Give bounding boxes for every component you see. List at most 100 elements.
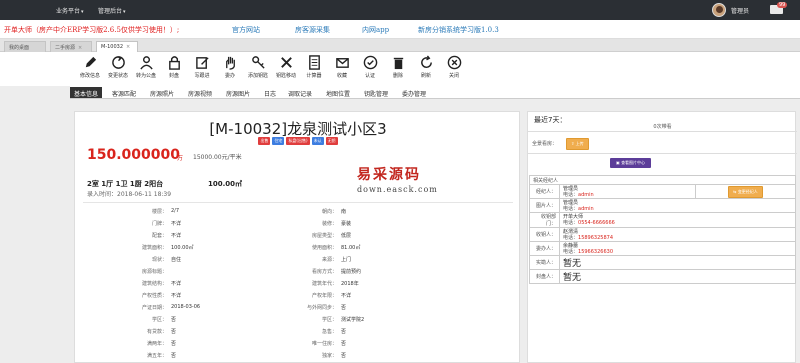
table-row: 图片人： 管理员 电话：admin xyxy=(529,198,796,213)
entry-time: 录入时间：2018-06-11 18:39 xyxy=(87,191,172,198)
tab-log[interactable]: 日志 xyxy=(260,87,280,98)
avatar[interactable] xyxy=(712,3,726,17)
detail-row: 房屋类型： 低层 xyxy=(311,233,352,239)
add-key-button[interactable]: 添加钥匙 xyxy=(246,55,270,79)
table-row: 收钥人： 赵渭清 电话：15896325874 xyxy=(529,227,796,242)
make-public-button[interactable]: 转为公盘 xyxy=(134,55,158,79)
tab-client-match[interactable]: 客源匹配 xyxy=(108,87,140,98)
panorama-label: 全景看房： xyxy=(532,141,558,147)
close-button[interactable]: 关闭 xyxy=(442,55,466,79)
image-icon: ▣ xyxy=(616,160,620,165)
upload-icon: ⇪ xyxy=(571,141,575,146)
notice-bar: 开单大师（房产中介ERP学习版2.6.5仅供学习使用！）; 官方网站 房客源采集… xyxy=(0,20,800,39)
watermark-logo: 易采源码 xyxy=(357,167,421,183)
agent-side-panel: 最近7天： 0次带看 全景看房： ⇪ 上传 ▣ 查看图片中心 相关经纪人 经纪人… xyxy=(527,111,797,363)
tab-map-location[interactable]: 地图位置 xyxy=(322,87,354,98)
key-icon xyxy=(251,56,265,69)
price-unit: 万 xyxy=(177,155,184,162)
tab-my-desktop[interactable]: 我的桌面 xyxy=(4,41,46,52)
link-listing-collection[interactable]: 房客源采集 xyxy=(295,25,330,35)
detail-row: 学区： 测试学院2 xyxy=(321,317,365,323)
status-badge: 无钥 xyxy=(325,137,338,145)
detail-row: 急售：否 xyxy=(321,329,347,335)
write-followup-button[interactable]: 写跟进 xyxy=(190,55,214,79)
delegate-button[interactable]: 委办 xyxy=(218,55,242,79)
table-header-row: 相关经纪人 xyxy=(529,175,796,185)
user-icon: ⇆ xyxy=(733,188,737,194)
edit-info-button[interactable]: 修改信息 xyxy=(78,55,102,79)
detail-row: 产权年限： 不详 xyxy=(311,293,352,299)
table-row: 封盘人： 暂无 xyxy=(529,269,796,284)
message-count-badge: 99 xyxy=(777,2,788,8)
link-new-home-system[interactable]: 新房分销系统学习版1.0.3 xyxy=(418,25,499,35)
seal-listing-button[interactable]: 封盘 xyxy=(162,55,186,79)
reload-icon xyxy=(420,55,432,68)
table-row: 经纪人： 管理员 电话：admin ⇆ 变更经纪人 xyxy=(529,184,796,199)
upload-panorama-button[interactable]: ⇪ 上传 xyxy=(566,138,589,150)
table-row: 委办人： 余静蕾 电话：15966326630 xyxy=(529,241,796,256)
tab-basic-info[interactable]: 基本信息 xyxy=(70,87,103,98)
detail-subtabs: 基本信息 客源匹配 房源照片 房源视频 房源图片 日志 调取记录 地图位置 钥匙… xyxy=(70,86,800,99)
calculator-icon xyxy=(308,55,320,70)
unit-price: 15000.00元/平米 xyxy=(193,154,242,161)
status-badge: 出售 xyxy=(258,137,271,145)
image-center-button[interactable]: ▣ 查看图片中心 xyxy=(610,158,652,168)
related-agents-table: 相关经纪人 经纪人： 管理员 电话：admin ⇆ 变更经纪人 图片人： 管理员电… xyxy=(529,175,796,284)
detail-row: 装修： 豪装 xyxy=(321,221,352,227)
divider xyxy=(83,202,513,203)
tab-second-hand-listings[interactable]: 二手房源 × xyxy=(50,41,92,52)
listing-info-panel: [M-10032]龙泉测试小区3 出售 住宅 私盘(出售) 未认 无钥 150.… xyxy=(74,111,520,363)
pencil-icon xyxy=(85,56,96,68)
change-agent-button[interactable]: ⇆ 变更经纪人 xyxy=(728,185,763,198)
status-badge: 住宅 xyxy=(272,137,285,145)
tab-delegate-management[interactable]: 委办管理 xyxy=(398,87,430,98)
room-layout: 2室 1厅 1卫 1厨 2阳台 xyxy=(87,180,164,188)
hand-icon xyxy=(225,56,235,70)
reload-button[interactable]: 刷新 xyxy=(414,55,438,79)
calculator-button[interactable]: 计算器 xyxy=(302,55,326,79)
detail-row: 看房方式： 提前预约 xyxy=(311,269,362,275)
action-toolbar: 修改信息 变更状态 转为公盘 封盘 写跟进 委办 添加钥匙 钥匙移动 计算器 收… xyxy=(0,52,800,86)
tab-listing-images[interactable]: 房源图片 xyxy=(222,87,254,98)
total-price: 150.000000 xyxy=(87,147,180,163)
detail-row: 建筑年代： 2018年 xyxy=(311,281,359,287)
window-tabs: 我的桌面 二手房源 × M-10032 × xyxy=(0,39,800,52)
link-official-site[interactable]: 官方网站 xyxy=(232,25,260,35)
detail-row: 来源： 上门 xyxy=(321,257,352,263)
close-tab-icon[interactable]: × xyxy=(126,44,130,50)
tab-listing-photos[interactable]: 房源照片 xyxy=(146,87,178,98)
link-intranet-app[interactable]: 内网app xyxy=(362,25,389,35)
trash-icon xyxy=(393,57,403,70)
mail-icon xyxy=(335,58,349,68)
close-tab-icon[interactable]: × xyxy=(78,45,82,51)
wrench-icon xyxy=(280,57,292,68)
move-key-button[interactable]: 钥匙移动 xyxy=(274,55,298,79)
top-navigation-bar: 业务平台▾ 管理后台▾ 管理员 99 xyxy=(0,0,800,20)
panorama-box: 全景看房： ⇪ 上传 xyxy=(528,132,797,154)
lock-icon xyxy=(168,56,180,70)
tab-key-management[interactable]: 钥匙管理 xyxy=(360,87,392,98)
change-status-button[interactable]: 变更状态 xyxy=(106,55,130,79)
certify-button[interactable]: 认证 xyxy=(358,55,382,79)
menu-business-platform[interactable]: 业务平台▾ xyxy=(56,6,84,15)
detail-row: 与外网同步：否 xyxy=(306,305,347,311)
refresh-icon xyxy=(111,56,125,69)
table-row: 收钥部门： 开单大师 电话：0554-6666666 xyxy=(529,212,796,228)
tab-listing-detail[interactable]: M-10032 × xyxy=(96,41,138,52)
favorite-button[interactable]: 收藏 xyxy=(330,55,354,79)
related-agents-header: 相关经纪人 xyxy=(529,175,796,185)
listing-title: [M-10032]龙泉测试小区3 xyxy=(209,120,387,138)
user-icon xyxy=(139,56,153,70)
close-icon xyxy=(447,55,461,70)
floor-area: 100.00㎡ xyxy=(208,180,243,188)
tab-listing-videos[interactable]: 房源视频 xyxy=(184,87,216,98)
delete-button[interactable]: 删除 xyxy=(386,55,410,79)
license-warning: 开单大师（房产中介ERP学习版2.6.5仅供学习使用！）; xyxy=(4,26,180,34)
menu-admin-backend[interactable]: 管理后台▾ xyxy=(98,6,126,15)
recent-views-box: 最近7天： 0次带看 xyxy=(528,112,797,132)
user-name[interactable]: 管理员 xyxy=(731,6,749,15)
watermark-url: down.easck.com xyxy=(357,185,438,194)
tab-access-records[interactable]: 调取记录 xyxy=(284,87,316,98)
status-badge: 私盘(出售) xyxy=(286,137,310,145)
status-badges: 出售 住宅 私盘(出售) 未认 无钥 xyxy=(75,137,521,145)
